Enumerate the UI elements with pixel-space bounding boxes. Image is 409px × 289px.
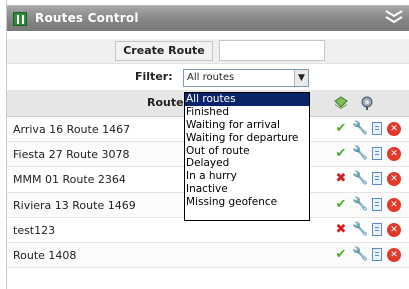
document-icon[interactable] — [369, 222, 385, 238]
document-icon[interactable] — [369, 247, 385, 263]
routes-icon — [13, 12, 27, 26]
filter-option[interactable]: Waiting for arrival — [185, 119, 309, 132]
delete-icon[interactable]: ✕ — [386, 121, 402, 137]
filter-option[interactable]: In a hurry — [185, 170, 309, 183]
check-icon[interactable]: ✔ — [333, 146, 349, 162]
routes-control-panel: Routes Control Create Route Filter: All … — [6, 0, 409, 289]
wrench-icon[interactable]: 🔧 — [352, 146, 368, 162]
create-route-button[interactable]: Create Route — [115, 41, 213, 61]
collapse-button[interactable] — [382, 8, 406, 30]
document-icon[interactable] — [369, 146, 385, 162]
create-route-row: Create Route — [7, 39, 409, 64]
filter-option[interactable]: Missing geofence — [185, 196, 309, 209]
filter-option[interactable]: All routes — [185, 93, 309, 106]
route-name: Riviera 13 Route 1469 — [13, 198, 136, 212]
column-header-route: Route — [147, 96, 184, 109]
gear-icon — [361, 96, 373, 110]
filter-option[interactable]: Inactive — [185, 183, 309, 196]
window-title: Routes Control — [35, 11, 139, 25]
check-icon[interactable]: ✔ — [333, 247, 349, 263]
wrench-icon[interactable]: 🔧 — [352, 197, 368, 213]
chevron-down-icon[interactable]: ▼ — [294, 70, 308, 86]
filter-option[interactable]: Delayed — [185, 157, 309, 170]
filter-dropdown-list: All routes Finished Waiting for arrival … — [184, 92, 310, 221]
filter-selected-value: All routes — [187, 72, 235, 83]
table-row[interactable]: test123 ✖ 🔧 ✕ — [7, 217, 409, 243]
document-icon[interactable] — [369, 121, 385, 137]
filter-option[interactable]: Waiting for departure — [185, 132, 309, 145]
delete-icon[interactable]: ✕ — [386, 146, 402, 162]
map-icon — [334, 96, 348, 109]
filter-option[interactable]: Finished — [185, 106, 309, 119]
cross-icon[interactable]: ✖ — [333, 222, 349, 238]
filter-select[interactable]: All routes ▼ — [183, 69, 309, 87]
delete-icon[interactable]: ✕ — [386, 247, 402, 263]
cross-icon[interactable]: ✖ — [333, 171, 349, 187]
wrench-icon[interactable]: 🔧 — [352, 171, 368, 187]
route-name: Arriva 16 Route 1467 — [13, 123, 131, 136]
double-chevron-down-icon — [385, 10, 403, 24]
document-icon[interactable] — [369, 171, 385, 187]
route-name: test123 — [13, 223, 56, 237]
wrench-icon[interactable]: 🔧 — [352, 121, 368, 137]
filter-option[interactable]: Out of route — [185, 145, 309, 158]
wrench-icon[interactable]: 🔧 — [352, 247, 368, 263]
delete-icon[interactable]: ✕ — [386, 197, 402, 213]
filter-row: Filter: All routes ▼ — [7, 66, 409, 88]
wrench-icon[interactable]: 🔧 — [352, 222, 368, 238]
route-name-input[interactable] — [219, 40, 325, 61]
document-icon[interactable] — [369, 197, 385, 213]
route-name: MMM 01 Route 2364 — [13, 173, 126, 187]
route-name: Fiesta 27 Route 3078 — [13, 148, 130, 162]
route-name: Route 1408 — [13, 248, 77, 262]
filter-label: Filter: — [135, 70, 173, 83]
table-row[interactable]: Route 1408 ✔ 🔧 ✕ — [7, 242, 409, 269]
delete-icon[interactable]: ✕ — [386, 171, 402, 187]
check-icon[interactable]: ✔ — [333, 121, 349, 137]
title-bar: Routes Control — [7, 5, 409, 31]
check-icon[interactable]: ✔ — [333, 197, 349, 213]
delete-icon[interactable]: ✕ — [386, 222, 402, 238]
